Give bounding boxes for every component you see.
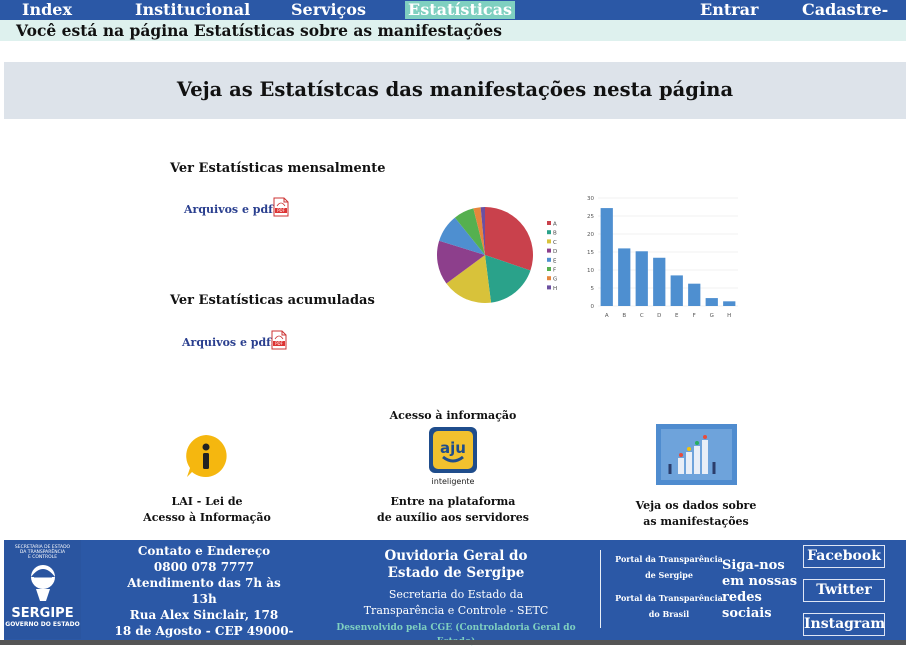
twitter-button[interactable]: Twitter: [803, 579, 885, 602]
bar-E: [670, 275, 683, 306]
footer-divider: [600, 550, 601, 628]
x-tick-label-G: G: [710, 313, 714, 319]
monthly-stats-title: Ver Estatísticas mensalmente: [170, 161, 386, 176]
y-tick-label: 25: [587, 214, 594, 220]
pie-chart: ABCDEFGH: [437, 207, 557, 303]
bar-F: [688, 283, 701, 306]
breadcrumb: Você está na página Estatísticas sobre a…: [0, 20, 906, 41]
data-label[interactable]: Veja os dados sobre as manifestações: [628, 498, 764, 530]
y-tick-label: 30: [587, 196, 594, 202]
setc-logo: SECRETARIA DE ESTADO DA TRANSPARÊNCIA E …: [4, 540, 81, 639]
legend-swatch-G: [547, 276, 551, 281]
page-banner: Veja as Estatístcas das manifestações ne…: [4, 62, 906, 119]
window-bottom-edge: [0, 640, 906, 645]
legend-label-C: C: [553, 240, 557, 246]
legend-label-A: A: [553, 222, 557, 228]
portal-sergipe-link[interactable]: Portal da Transparência de Sergipe: [603, 551, 735, 583]
bar-D: [653, 257, 666, 306]
bar-chart: 0 5 10 15 20 25 30 A B C D E F G H: [587, 196, 738, 319]
x-tick-label-C: C: [640, 313, 644, 319]
x-tick-label-F: F: [693, 313, 696, 319]
bar-C: [635, 251, 648, 306]
instagram-button[interactable]: Instagram: [803, 613, 885, 636]
aju-logo-sub: inteligente: [432, 477, 475, 486]
breadcrumb-text: Você está na página Estatísticas sobre a…: [16, 21, 502, 40]
ouvidoria-block: Ouvidoria Geral do Estado de Sergipe Sec…: [326, 548, 586, 649]
nav-institucional[interactable]: Institucional: [135, 1, 250, 19]
aju-heading: Acesso à informação: [389, 409, 517, 422]
x-tick-label-H: H: [727, 313, 731, 319]
y-tick-label: 10: [587, 268, 594, 274]
x-tick-label-A: A: [605, 313, 609, 319]
svg-text:PDF: PDF: [277, 208, 285, 213]
info-icon[interactable]: [183, 433, 229, 479]
nav-entrar[interactable]: Entrar: [700, 1, 758, 19]
bar-A: [600, 208, 613, 306]
cumulative-stats-title: Ver Estatísticas acumuladas: [170, 293, 375, 308]
data-analytics-image[interactable]: [656, 424, 737, 485]
contact-block: Contato e Endereço 0800 078 7777 Atendim…: [114, 544, 294, 670]
svg-text:PDF: PDF: [275, 341, 283, 346]
logo-sub: GOVERNO DO ESTADO: [5, 621, 80, 628]
legend-swatch-F: [547, 267, 551, 271]
pdf-icon[interactable]: PDF: [273, 197, 289, 217]
legend-swatch-D: [547, 248, 551, 253]
monthly-files-link[interactable]: Arquivos e pdfs: [184, 203, 279, 216]
legend-label-F: F: [553, 268, 556, 274]
bar-H: [723, 301, 736, 306]
legend-label-E: E: [553, 258, 557, 264]
x-tick-label-E: E: [675, 313, 679, 319]
nav-estatisticas[interactable]: Estatísticas: [405, 1, 516, 19]
legend-swatch-C: [547, 239, 551, 244]
legend-swatch-B: [547, 230, 551, 235]
legend-label-B: B: [553, 231, 557, 237]
y-tick-label: 0: [591, 304, 595, 310]
legend-swatch-H: [547, 285, 551, 290]
page-title: Veja as Estatístcas das manifestações ne…: [176, 78, 734, 101]
aju-logo-text: aju: [440, 439, 466, 457]
footer: SECRETARIA DE ESTADO DA TRANSPARÊNCIA E …: [4, 540, 906, 670]
bar-G: [705, 298, 718, 306]
bar-B: [618, 248, 631, 306]
x-tick-label-B: B: [622, 313, 626, 319]
lai-label[interactable]: LAI - Lei de Acesso à Informação: [140, 494, 274, 526]
legend-label-G: G: [553, 277, 557, 283]
cumulative-files-link[interactable]: Arquivos e pdfs: [182, 336, 277, 349]
legend-swatch-A: [547, 221, 551, 225]
logo-name: SERGIPE: [11, 606, 74, 621]
aju-logo-icon[interactable]: aju inteligente: [428, 426, 478, 488]
pdf-icon[interactable]: PDF: [271, 330, 287, 350]
follow-us-text: Siga-nos em nossas redes sociais: [722, 558, 798, 621]
legend-label-D: D: [553, 249, 557, 255]
y-tick-label: 5: [591, 286, 595, 292]
legend-swatch-E: [547, 257, 551, 262]
aju-label[interactable]: Entre na plataforma de auxílio aos servi…: [370, 494, 536, 526]
x-tick-label-D: D: [657, 313, 661, 319]
legend-label-H: H: [553, 286, 557, 292]
top-navbar: Index Institucional Serviços Estatística…: [0, 0, 906, 37]
nav-index[interactable]: Index: [22, 1, 72, 19]
y-tick-label: 15: [587, 250, 594, 256]
portal-brasil-link[interactable]: Portal da Transparência do Brasil: [603, 590, 735, 622]
nav-servicos[interactable]: Serviços: [291, 1, 366, 19]
y-tick-label: 20: [587, 232, 594, 238]
crest-icon: [30, 565, 55, 601]
facebook-button[interactable]: Facebook: [803, 545, 885, 568]
